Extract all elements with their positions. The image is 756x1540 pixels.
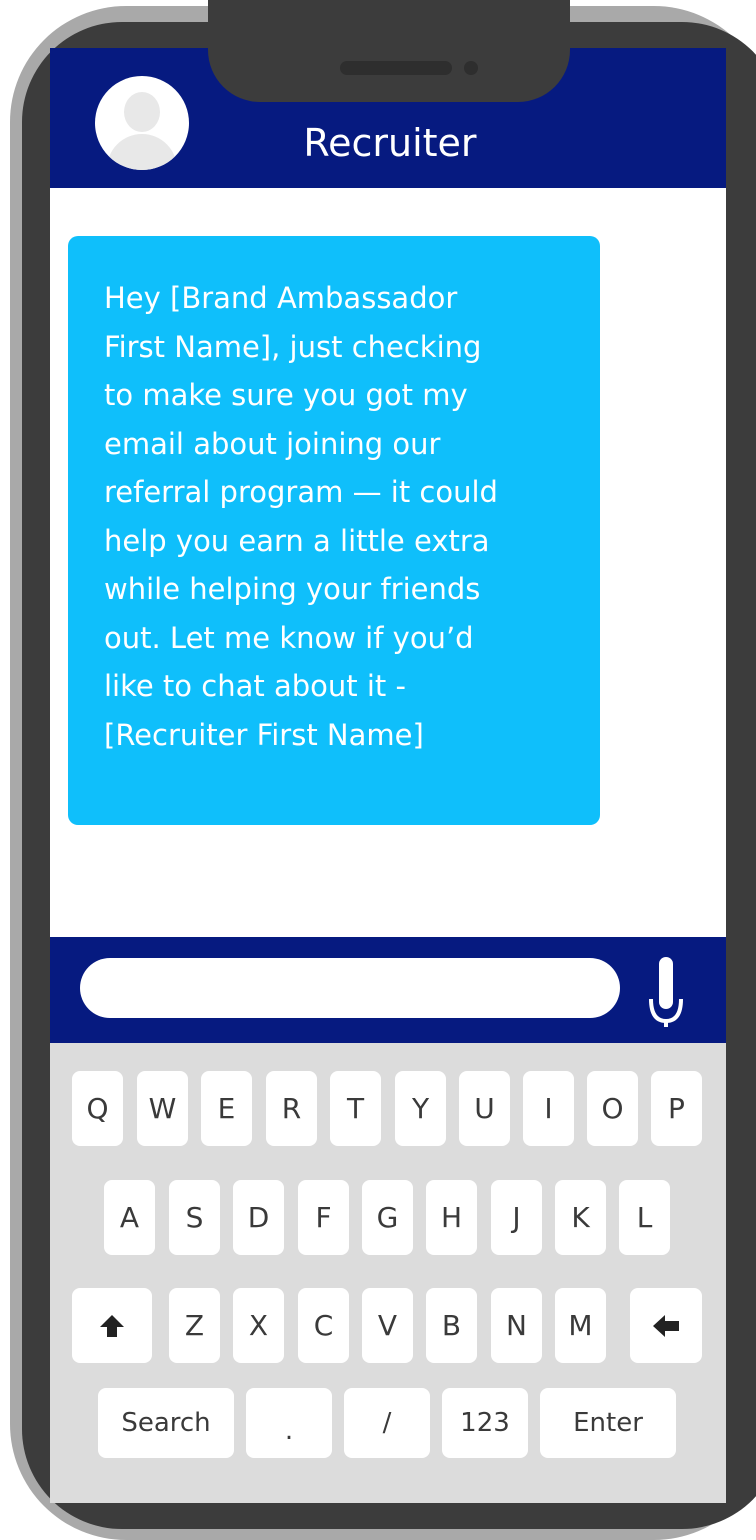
key-p[interactable]: P	[651, 1071, 702, 1146]
key-c[interactable]: C	[298, 1288, 349, 1363]
message-bubble[interactable]: Hey [Brand Ambassador First Name], just …	[68, 236, 600, 825]
message-text: Hey [Brand Ambassador First Name], just …	[104, 281, 498, 752]
key-j[interactable]: J	[491, 1180, 542, 1255]
key-a[interactable]: A	[104, 1180, 155, 1255]
key-y[interactable]: Y	[395, 1071, 446, 1146]
phone-notch	[208, 0, 570, 102]
key-g[interactable]: G	[362, 1180, 413, 1255]
avatar-head	[124, 92, 160, 132]
notch-speaker	[340, 61, 452, 75]
key-o[interactable]: O	[587, 1071, 638, 1146]
period-key[interactable]: .	[246, 1388, 332, 1458]
key-r[interactable]: R	[266, 1071, 317, 1146]
key-t[interactable]: T	[330, 1071, 381, 1146]
key-m[interactable]: M	[555, 1288, 606, 1363]
key-l[interactable]: L	[619, 1180, 670, 1255]
contact-name: Recruiter	[303, 121, 477, 165]
key-k[interactable]: K	[555, 1180, 606, 1255]
key-n[interactable]: N	[491, 1288, 542, 1363]
key-d[interactable]: D	[233, 1180, 284, 1255]
avatar-shoulders	[107, 134, 177, 170]
slash-key[interactable]: /	[344, 1388, 430, 1458]
key-s[interactable]: S	[169, 1180, 220, 1255]
key-w[interactable]: W	[137, 1071, 188, 1146]
backspace-arrow-left-icon[interactable]	[630, 1288, 702, 1363]
key-f[interactable]: F	[298, 1180, 349, 1255]
key-u[interactable]: U	[459, 1071, 510, 1146]
key-b[interactable]: B	[426, 1288, 477, 1363]
user-avatar-icon[interactable]	[95, 76, 189, 170]
key-e[interactable]: E	[201, 1071, 252, 1146]
key-v[interactable]: V	[362, 1288, 413, 1363]
key-q[interactable]: Q	[72, 1071, 123, 1146]
numbers-key[interactable]: 123	[442, 1388, 528, 1458]
key-i[interactable]: I	[523, 1071, 574, 1146]
key-x[interactable]: X	[233, 1288, 284, 1363]
search-key[interactable]: Search	[98, 1388, 234, 1458]
keyboard: Q W E R T Y U I O P A S D F G H J K L Z …	[50, 1043, 726, 1503]
notch-camera	[464, 61, 478, 75]
composer-bar	[50, 937, 726, 1043]
key-h[interactable]: H	[426, 1180, 477, 1255]
shift-arrow-up-icon[interactable]	[72, 1288, 152, 1363]
microphone-icon[interactable]	[648, 957, 684, 1027]
message-input[interactable]	[80, 958, 620, 1018]
enter-key[interactable]: Enter	[540, 1388, 676, 1458]
key-z[interactable]: Z	[169, 1288, 220, 1363]
